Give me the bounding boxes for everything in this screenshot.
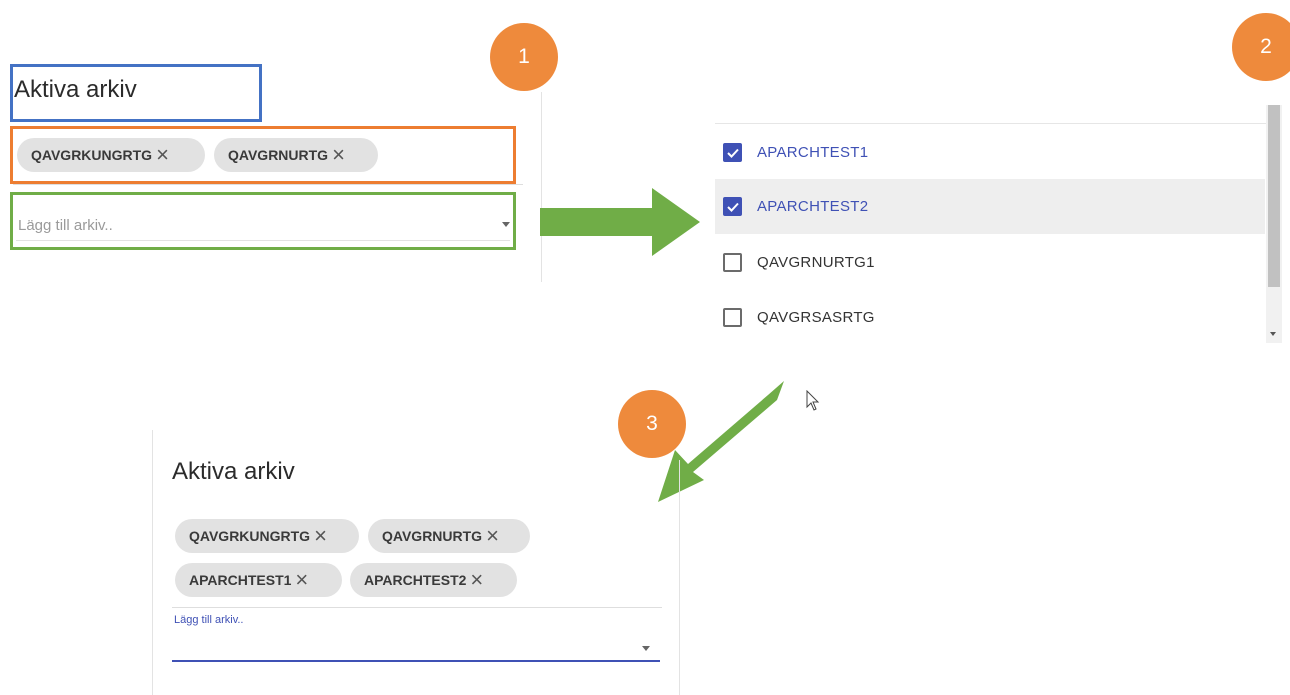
checkbox-unchecked-icon[interactable] (723, 253, 742, 272)
close-icon[interactable]: × (470, 569, 483, 591)
chip-qavgrnurtg[interactable]: QAVGRNURTG × (214, 138, 378, 172)
option-aparchtest2[interactable]: APARCHTEST2 (715, 179, 1265, 234)
chip-qavgrkungrtg[interactable]: QAVGRKUNGRTG × (175, 519, 359, 553)
dropdown-top-border (715, 123, 1267, 124)
step-badge-2: 2 (1232, 13, 1290, 81)
scroll-down-icon[interactable] (1270, 332, 1276, 336)
chip-label: QAVGRKUNGRTG (189, 528, 311, 544)
input-underline (16, 240, 510, 241)
option-label: QAVGRSASRTG (757, 309, 875, 326)
chip-label: QAVGRNURTG (382, 528, 483, 544)
dropdown-caret-icon[interactable] (502, 222, 510, 227)
floating-label: Lägg till arkiv.. (174, 614, 244, 626)
scrollbar-thumb[interactable] (1268, 105, 1280, 287)
input-focus-underline (172, 660, 660, 662)
panel-left-border (152, 430, 153, 695)
option-qavgrsasrtg[interactable]: QAVGRSASRTG (715, 290, 1265, 345)
close-icon[interactable]: × (156, 144, 169, 166)
option-label: QAVGRNURTG1 (757, 254, 875, 271)
chip-aparchtest1[interactable]: APARCHTEST1 × (175, 563, 342, 597)
chip-qavgrnurtg[interactable]: QAVGRNURTG × (368, 519, 530, 553)
close-icon[interactable]: × (314, 525, 327, 547)
chip-label: APARCHTEST1 (189, 572, 292, 588)
option-label: APARCHTEST1 (757, 144, 869, 161)
close-icon[interactable]: × (486, 525, 499, 547)
checkbox-unchecked-icon[interactable] (723, 308, 742, 327)
arrow-right-icon (540, 188, 700, 256)
close-icon[interactable]: × (295, 569, 308, 591)
chip-qavgrkungrtg[interactable]: QAVGRKUNGRTG × (17, 138, 205, 172)
dropdown-caret-icon[interactable] (642, 646, 650, 651)
checkbox-checked-icon[interactable] (723, 197, 742, 216)
close-icon[interactable]: × (332, 144, 345, 166)
chip-label: QAVGRNURTG (228, 147, 329, 163)
panel-title: Aktiva arkiv (14, 76, 137, 103)
step-badge-3: 3 (618, 390, 686, 458)
chips-divider (13, 184, 523, 185)
add-archive-input[interactable]: Lägg till arkiv.. (18, 217, 113, 234)
chips-divider (172, 607, 662, 608)
panel-title: Aktiva arkiv (172, 458, 295, 485)
chip-label: QAVGRKUNGRTG (31, 147, 153, 163)
checkbox-checked-icon[interactable] (723, 143, 742, 162)
step-badge-1: 1 (490, 23, 558, 91)
chip-aparchtest2[interactable]: APARCHTEST2 × (350, 563, 517, 597)
chip-label: APARCHTEST2 (364, 572, 467, 588)
add-archive-input[interactable] (172, 626, 660, 660)
option-label: APARCHTEST2 (757, 198, 869, 215)
panel-right-border (679, 460, 680, 695)
mouse-cursor-icon (806, 390, 820, 411)
option-qavgrnurtg1[interactable]: QAVGRNURTG1 (715, 235, 1265, 290)
option-aparchtest1[interactable]: APARCHTEST1 (715, 125, 1265, 180)
